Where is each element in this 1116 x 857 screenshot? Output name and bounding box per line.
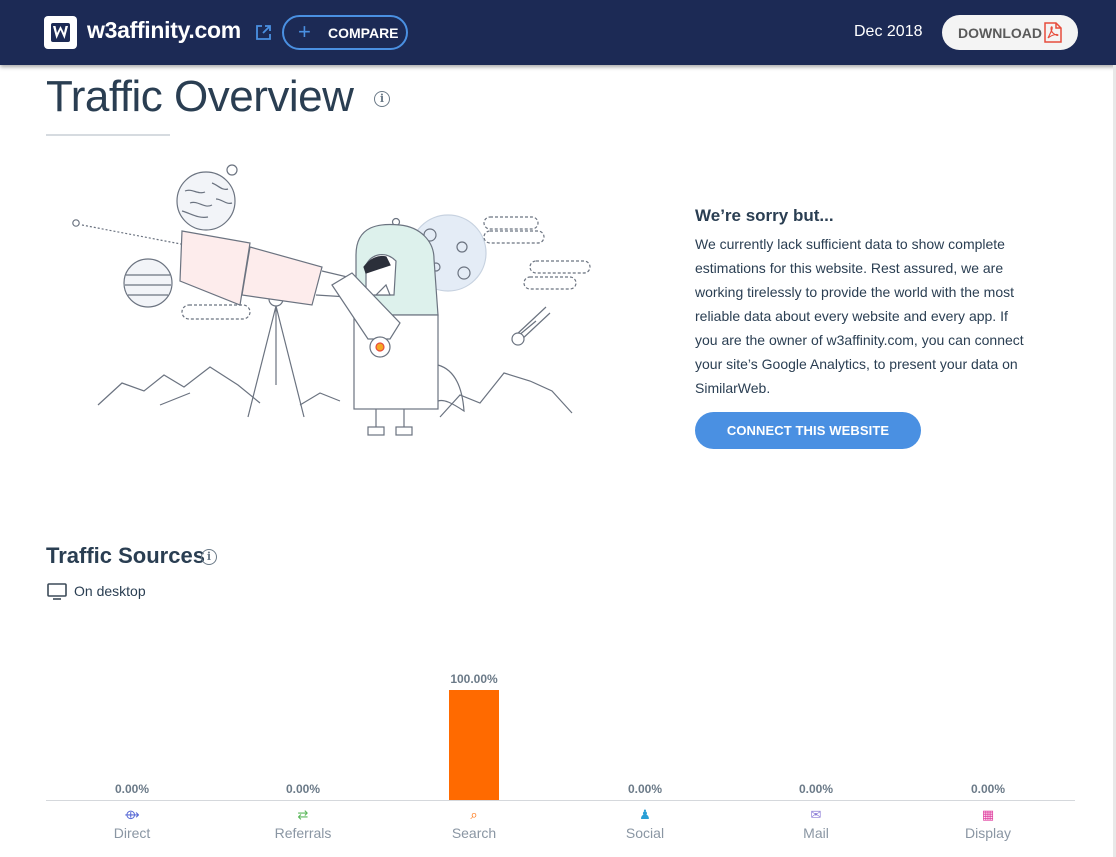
pdf-icon	[1044, 22, 1062, 43]
plus-icon: +	[298, 19, 311, 44]
telescope-illustration	[72, 164, 591, 436]
mail-icon: ✉	[810, 807, 822, 822]
site-name: w3affinity.com	[87, 17, 241, 43]
x-axis-line	[46, 800, 1075, 801]
referrals-icon: ⇄	[297, 807, 309, 822]
social-icon: ♟	[639, 807, 651, 822]
bar-value-label: 0.00%	[798, 782, 834, 796]
download-button[interactable]: DOWNLOAD	[942, 15, 1078, 50]
page-title: Traffic Overview	[46, 72, 354, 121]
category-label-search[interactable]: Search	[424, 825, 524, 841]
external-link-icon[interactable]	[255, 24, 272, 41]
title-underline	[46, 134, 170, 136]
category-label-direct[interactable]: Direct	[82, 825, 182, 841]
bar-value-label: 0.00%	[285, 782, 321, 796]
sorry-title: We’re sorry but...	[695, 206, 834, 225]
category-label-display[interactable]: Display	[938, 825, 1038, 841]
download-label: DOWNLOAD	[958, 25, 1042, 41]
display-icon: ▦	[981, 807, 995, 822]
category-label-referrals[interactable]: Referrals	[253, 825, 353, 841]
site-logo	[44, 16, 77, 49]
date-selector[interactable]: Dec 2018	[854, 23, 923, 41]
bar-search[interactable]	[449, 690, 499, 800]
bar-value-label: 100.00%	[450, 672, 498, 686]
info-icon[interactable]: i	[201, 549, 217, 565]
direct-icon: ⟴	[124, 807, 140, 822]
bar-value-label: 0.00%	[970, 782, 1006, 796]
desktop-icon	[47, 583, 67, 600]
sorry-message: We currently lack sufficient data to sho…	[695, 236, 1024, 396]
connect-website-button[interactable]: CONNECT THIS WEBSITE	[695, 412, 921, 449]
traffic-sources-chart: 0.00% ⟴ Direct 0.00% ⇄ Referrals 100.00% ⌕ Searc…	[46, 600, 1075, 850]
section-title: Traffic Sources	[46, 543, 205, 568]
compare-label: COMPARE	[328, 25, 399, 41]
bar-value-label: 0.00%	[114, 782, 150, 796]
info-icon[interactable]: i	[374, 91, 390, 107]
device-label: On desktop	[74, 583, 146, 599]
search-icon: ⌕	[470, 807, 478, 822]
bar-value-label: 0.00%	[627, 782, 663, 796]
category-label-mail[interactable]: Mail	[766, 825, 866, 841]
category-label-social[interactable]: Social	[595, 825, 695, 841]
top-bar: w3affinity.com + COMPARE Dec 2018 DOWNLO…	[0, 0, 1116, 65]
compare-button[interactable]: + COMPARE	[282, 15, 408, 50]
